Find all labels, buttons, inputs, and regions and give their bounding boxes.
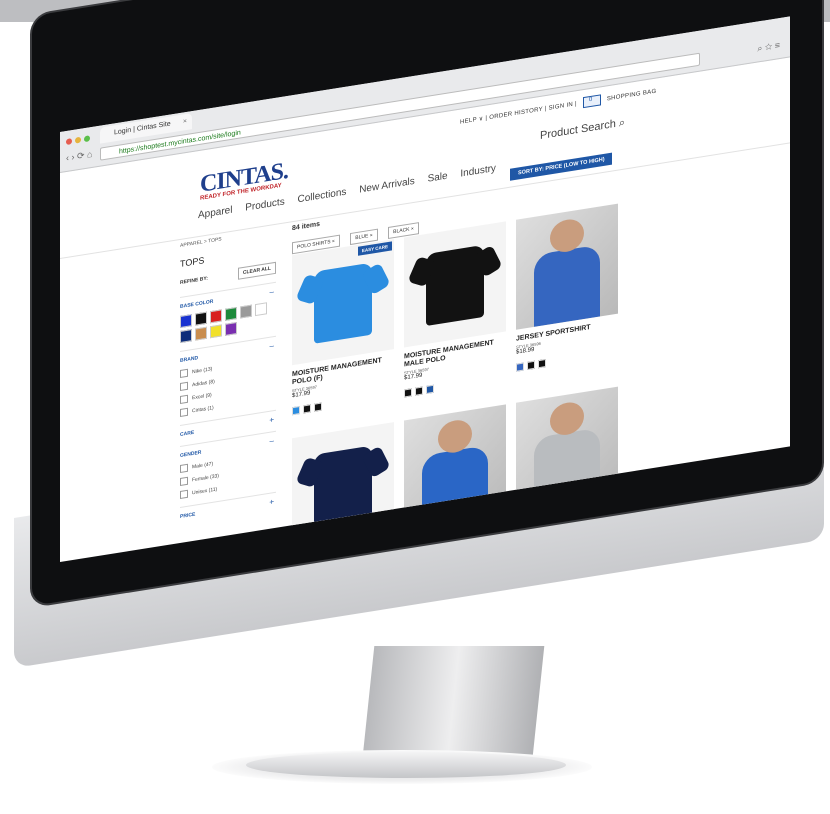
maximize-dot[interactable] bbox=[84, 135, 90, 143]
product-card[interactable]: MOISTURE MANAGEMENT MALE POLO STYLE 36597… bbox=[404, 221, 506, 402]
product-card[interactable]: JERSEY SPORTSHIRT STYLE 36596 $18.99 bbox=[516, 203, 618, 385]
product-search[interactable]: Product Search ⌕ bbox=[540, 117, 625, 143]
color-option[interactable] bbox=[314, 402, 322, 412]
bag-count: 0 bbox=[588, 96, 593, 104]
brand-option-label: Adidas (8) bbox=[192, 378, 215, 389]
expand-icon[interactable]: + bbox=[269, 415, 274, 425]
checkbox[interactable] bbox=[180, 463, 188, 473]
color-swatch[interactable] bbox=[180, 314, 192, 328]
product-image[interactable]: EASY CARE bbox=[292, 239, 394, 366]
checkbox[interactable] bbox=[180, 394, 188, 404]
tab-title: Login | Cintas Site bbox=[114, 120, 171, 137]
search-icon[interactable]: ⌕ bbox=[619, 117, 625, 130]
color-option[interactable] bbox=[426, 384, 434, 395]
checkbox[interactable] bbox=[180, 407, 188, 417]
brand-option-label: Excel (9) bbox=[192, 392, 212, 402]
shirt-image bbox=[426, 244, 484, 327]
nav-apparel[interactable]: Apparel bbox=[198, 205, 232, 221]
browser-nav-buttons[interactable]: ‹ › ⟳ ⌂ bbox=[66, 149, 92, 164]
imac-monitor: Login | Cintas Site × ‹ › ⟳ ⌂ https://sh… bbox=[8, 0, 826, 766]
color-swatch[interactable] bbox=[210, 309, 222, 324]
model-shirt bbox=[534, 244, 600, 327]
checkbox[interactable] bbox=[180, 489, 188, 499]
color-option[interactable] bbox=[516, 362, 524, 372]
checkbox[interactable] bbox=[180, 381, 188, 391]
product-card[interactable]: EASY CARE MOISTURE MANAGEMENT POLO (F) STY… bbox=[292, 239, 394, 420]
checkbox[interactable] bbox=[180, 368, 188, 378]
clear-all-button[interactable]: CLEAR ALL bbox=[237, 261, 276, 280]
gender-option-label: Female (33) bbox=[192, 473, 219, 484]
color-option[interactable] bbox=[292, 405, 300, 416]
nav-collections[interactable]: Collections bbox=[298, 187, 347, 206]
color-swatch[interactable] bbox=[225, 321, 237, 336]
browser-menu-icons[interactable]: ⌕ ☆ ≡ bbox=[757, 40, 780, 55]
cintas-logo[interactable]: CINTAS. READY FOR THE WORKDAY bbox=[200, 158, 288, 202]
color-swatch[interactable] bbox=[195, 326, 207, 341]
minimize-dot[interactable] bbox=[75, 136, 81, 144]
product-image[interactable] bbox=[404, 221, 506, 348]
nav-products[interactable]: Products bbox=[245, 196, 284, 213]
color-option[interactable] bbox=[404, 388, 412, 398]
close-dot[interactable] bbox=[66, 138, 72, 146]
color-option[interactable] bbox=[538, 359, 546, 369]
shopping-bag-link[interactable]: SHOPPING BAG bbox=[607, 89, 657, 103]
brand-option-label: Nike (13) bbox=[192, 366, 213, 376]
shirt-image bbox=[314, 262, 372, 344]
help-link[interactable]: HELP ∨ bbox=[460, 116, 483, 126]
nav-industry[interactable]: Industry bbox=[460, 163, 496, 180]
color-option[interactable] bbox=[415, 386, 423, 396]
monitor-stand bbox=[361, 646, 545, 766]
collapse-icon[interactable]: – bbox=[270, 436, 274, 446]
color-swatch[interactable] bbox=[180, 329, 192, 343]
color-option[interactable] bbox=[527, 360, 535, 371]
refine-label: REFINE BY: bbox=[180, 275, 208, 286]
expand-icon[interactable]: + bbox=[269, 497, 274, 507]
color-swatch[interactable] bbox=[240, 304, 252, 319]
stand-base bbox=[246, 752, 566, 778]
search-label: Product Search bbox=[540, 117, 616, 142]
filter-sidebar: APPAREL > TOPS TOPS REFINE BY: CLEAR ALL… bbox=[180, 228, 276, 528]
close-tab-icon[interactable]: × bbox=[183, 114, 187, 131]
collapse-icon[interactable]: – bbox=[270, 341, 274, 351]
color-option[interactable] bbox=[303, 404, 311, 414]
gender-option-label: Male (47) bbox=[192, 461, 214, 471]
product-image[interactable] bbox=[516, 203, 618, 330]
color-swatch[interactable] bbox=[255, 302, 267, 317]
gender-filter: GENDER – Male (47) Female (33) Unisex (1… bbox=[180, 430, 276, 499]
shopping-bag-icon[interactable]: 0 bbox=[582, 94, 601, 109]
gender-option-label: Unisex (11) bbox=[192, 486, 218, 497]
base-color-filter: BASE COLOR – bbox=[180, 281, 276, 343]
color-swatch[interactable] bbox=[210, 324, 222, 339]
nav-sale[interactable]: Sale bbox=[428, 171, 448, 185]
order-history-link[interactable]: ORDER HISTORY bbox=[489, 107, 543, 121]
color-swatch[interactable] bbox=[225, 306, 237, 321]
sign-in-link[interactable]: SIGN IN bbox=[549, 102, 573, 112]
checkbox[interactable] bbox=[180, 476, 188, 486]
nav-new-arrivals[interactable]: New Arrivals bbox=[359, 176, 415, 196]
easy-care-badge: EASY CARE bbox=[357, 241, 392, 256]
color-swatch[interactable] bbox=[195, 311, 207, 326]
brand-option-label: Cintas (1) bbox=[192, 404, 214, 415]
price-heading[interactable]: PRICE bbox=[180, 499, 276, 520]
collapse-icon[interactable]: – bbox=[270, 287, 274, 297]
brand-filter: BRAND – Nike (13) Adidas (8) Excel (9) C… bbox=[180, 335, 276, 417]
